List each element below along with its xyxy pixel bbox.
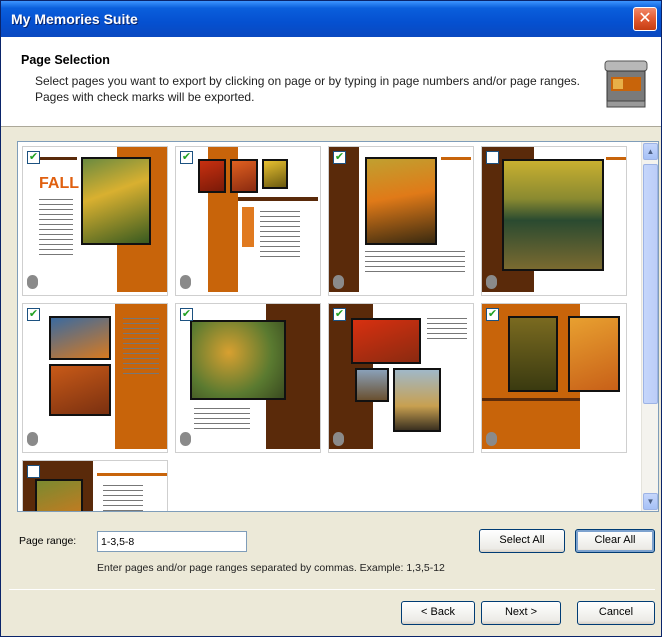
page-thumbnail[interactable]: ✔ FALL [22, 146, 168, 296]
page-checkbox[interactable] [486, 151, 499, 164]
page-title: Page Selection [21, 53, 110, 67]
window-title: My Memories Suite [11, 11, 138, 27]
scroll-down-button[interactable]: ▼ [643, 493, 658, 510]
page-thumbnail[interactable] [22, 460, 168, 511]
clear-all-button[interactable]: Clear All [575, 529, 655, 553]
page-thumbnail[interactable]: ✔ [175, 303, 321, 453]
page-checkbox[interactable]: ✔ [486, 308, 499, 321]
page-thumbnail[interactable]: ✔ [481, 303, 627, 453]
page-thumbnail-list[interactable]: ✔ FALL ✔ ✔ ✔ ✔ ✔ ✔ ▲ ▼ [17, 141, 659, 512]
wizard-header: Page Selection Select pages you want to … [1, 37, 661, 127]
page-number-badge [180, 275, 191, 289]
page-number-badge [27, 275, 38, 289]
close-button[interactable]: ✕ [633, 7, 657, 31]
page-range-hint: Enter pages and/or page ranges separated… [97, 562, 445, 574]
back-button[interactable]: < Back [401, 601, 475, 625]
page-checkbox[interactable]: ✔ [333, 308, 346, 321]
next-button[interactable]: Next > [481, 601, 561, 625]
page-number-badge [486, 432, 497, 446]
page-range-label: Page range: [19, 535, 77, 547]
page-number-badge [333, 275, 344, 289]
page-thumbnail[interactable]: ✔ [328, 303, 474, 453]
page-number-badge [333, 432, 344, 446]
page-number-badge [27, 432, 38, 446]
page-thumbnail[interactable]: ✔ [175, 146, 321, 296]
page-number-badge [486, 275, 497, 289]
scanner-icon [604, 60, 648, 108]
page-number-badge [180, 432, 191, 446]
thumbnail-grid: ✔ FALL ✔ ✔ ✔ ✔ ✔ ✔ [22, 146, 634, 511]
scroll-thumb[interactable] [643, 164, 658, 404]
page-checkbox[interactable]: ✔ [180, 308, 193, 321]
page-thumbnail[interactable]: ✔ [22, 303, 168, 453]
fall-title: FALL [39, 175, 79, 192]
page-description: Select pages you want to export by click… [35, 74, 581, 104]
cancel-button[interactable]: Cancel [577, 601, 655, 625]
title-bar[interactable]: My Memories Suite ✕ [1, 1, 661, 37]
page-checkbox[interactable]: ✔ [27, 151, 40, 164]
page-thumbnail[interactable]: ✔ [328, 146, 474, 296]
separator [9, 589, 655, 590]
page-thumbnail[interactable] [481, 146, 627, 296]
page-range-input[interactable] [97, 531, 247, 552]
page-checkbox[interactable]: ✔ [180, 151, 193, 164]
dialog-window: My Memories Suite ✕ Page Selection Selec… [0, 0, 662, 637]
page-checkbox[interactable]: ✔ [333, 151, 346, 164]
vertical-scrollbar[interactable]: ▲ ▼ [641, 142, 658, 511]
page-checkbox[interactable]: ✔ [27, 308, 40, 321]
page-checkbox[interactable] [27, 465, 40, 478]
select-all-button[interactable]: Select All [479, 529, 565, 553]
scroll-up-button[interactable]: ▲ [643, 143, 658, 160]
